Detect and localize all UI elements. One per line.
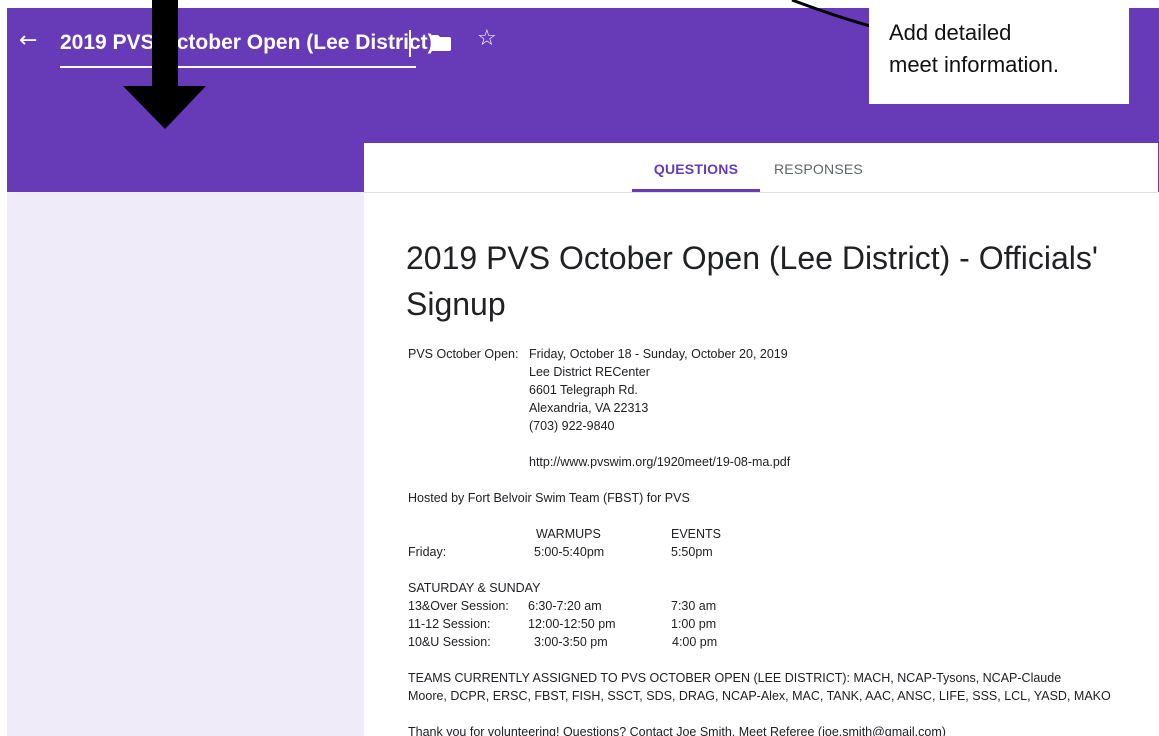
side-panel [7, 192, 364, 736]
callout-pointer-line [791, 0, 875, 29]
weekend-heading: SATURDAY & SUNDAY [408, 581, 541, 595]
session-events: 1:00 pm [671, 617, 717, 631]
callout-line: meet information. [889, 52, 1059, 77]
session-events: 4:00 pm [672, 635, 718, 649]
meet-venue: Lee District RECenter [529, 365, 650, 379]
warmups-header: WARMUPS [536, 527, 601, 541]
screenshot-canvas: ← 2019 PVS October Open (Lee District) ☆… [0, 0, 1159, 736]
annotation-callout: Add detailed meet information. [869, 7, 1129, 104]
friday-warmups: 5:00-5:40pm [534, 545, 605, 559]
teams-line: TEAMS CURRENTLY ASSIGNED TO PVS OCTOBER … [408, 671, 1062, 685]
active-tab-indicator [632, 189, 760, 192]
friday-label: Friday: [408, 545, 447, 559]
editor-tabs: QUESTIONS RESPONSES [364, 143, 1158, 193]
form-heading[interactable]: 2019 PVS October Open (Lee District) - O… [406, 235, 1106, 327]
friday-events: 5:50pm [671, 545, 713, 559]
meet-label: PVS October Open: [408, 347, 519, 361]
teams-line: Moore, DCPR, ERSC, FBST, FISH, SSCT, SDS… [408, 689, 1111, 703]
session-label: 13&Over Session: [408, 599, 509, 613]
callout-text: Add detailed meet information. [889, 17, 1059, 81]
down-arrow-shape [123, 0, 206, 129]
hosted-by-text: Hosted by Fort Belvoir Swim Team (FBST) … [408, 491, 690, 505]
meet-dates: Friday, October 18 - Sunday, October 20,… [529, 347, 788, 361]
form-editor-card: QUESTIONS RESPONSES 2019 PVS October Ope… [364, 143, 1158, 736]
tab-questions[interactable]: QUESTIONS [632, 161, 760, 177]
session-label: 11-12 Session: [408, 617, 491, 631]
session-warmups: 12:00-12:50 pm [528, 617, 616, 631]
events-header: EVENTS [671, 527, 722, 541]
session-label: 10&U Session: [408, 635, 491, 649]
session-warmups: 6:30-7:20 am [528, 599, 602, 613]
meet-street: 6601 Telegraph Rd. [529, 383, 638, 397]
meet-url: http://www.pvswim.org/1920meet/19-08-ma.… [529, 455, 791, 469]
meet-city: Alexandria, VA 22313 [529, 401, 649, 415]
session-events: 7:30 am [671, 599, 717, 613]
form-description[interactable]: PVS October Open: Friday, October 18 - S… [408, 345, 1128, 736]
meet-phone: (703) 922-9840 [529, 419, 615, 433]
tab-responses[interactable]: RESPONSES [774, 161, 863, 177]
callout-line: Add detailed [889, 20, 1012, 45]
session-warmups: 3:00-3:50 pm [534, 635, 608, 649]
thanks-text: Thank you for volunteering! Questions? C… [408, 725, 946, 736]
